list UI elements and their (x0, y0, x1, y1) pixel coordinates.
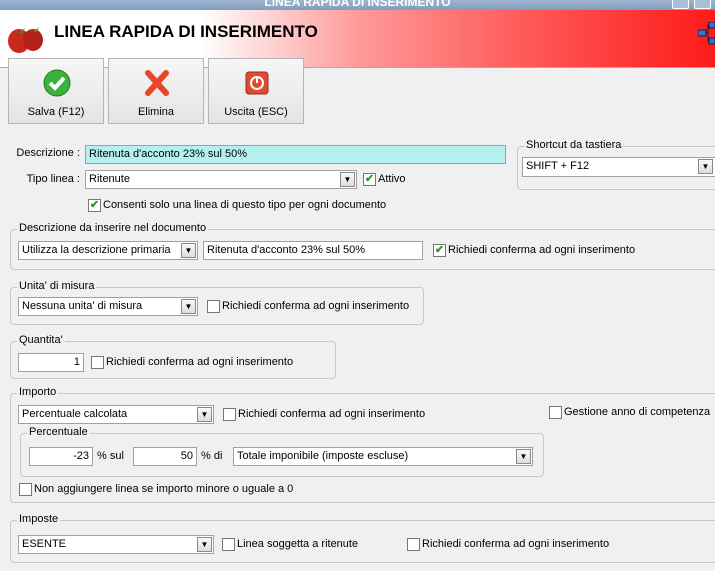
imposte-value: ESENTE (22, 538, 67, 550)
exit-button[interactable]: Uscita (ESC) (208, 58, 304, 124)
ritenute-checkbox[interactable] (222, 538, 235, 551)
attivo-label: Attivo (378, 173, 406, 185)
imposte-title: Imposte (17, 513, 61, 525)
tipo-linea-select[interactable]: Ritenute ▼ (85, 170, 357, 189)
consenti-label: Consenti solo una linea di questo tipo p… (103, 199, 387, 211)
save-button[interactable]: Salva (F12) (8, 58, 104, 124)
importo-title: Importo (17, 386, 59, 398)
shortcut-select[interactable]: SHIFT + F12 ▼ (522, 157, 715, 177)
di-label: % di (201, 450, 223, 462)
strawberry-icon (8, 27, 43, 53)
ritenute-label: Linea soggetta a ritenute (237, 538, 359, 550)
minimize-button[interactable] (672, 0, 689, 9)
desc-doc-mode-value: Utilizza la descrizione primaria (22, 244, 171, 256)
base-type-select[interactable]: Totale imponibile (imposte escluse) ▼ (233, 447, 533, 466)
consenti-checkbox[interactable]: ✔ (88, 199, 101, 212)
imposte-confirm-label: Richiedi conferma ad ogni inserimento (422, 538, 610, 550)
imposte-confirm-checkbox[interactable] (407, 538, 420, 551)
maximize-button[interactable] (694, 0, 711, 9)
quantita-confirm-checkbox[interactable] (91, 356, 104, 369)
title-bar: LINEA RAPIDA DI INSERIMENTO (0, 0, 715, 10)
percentuale-title: Percentuale (27, 426, 90, 438)
network-icon (698, 22, 715, 45)
delete-button[interactable]: Elimina (108, 58, 204, 124)
quantita-title: Quantita' (17, 334, 65, 346)
base-input[interactable]: 50 (133, 447, 197, 466)
importo-mode-select[interactable]: Percentuale calcolata ▼ (18, 405, 214, 424)
desc-doc-text-input[interactable]: Ritenuta d'acconto 23% sul 50% (203, 241, 423, 260)
unita-confirm-label: Richiedi conferma ad ogni inserimento (222, 300, 410, 312)
gestione-anno-label: Gestione anno di competenza (564, 406, 711, 418)
shortcut-value: SHIFT + F12 (526, 160, 590, 172)
unita-value: Nessuna unita' di misura (22, 300, 143, 312)
desc-doc-confirm-label: Richiedi conferma ad ogni inserimento (448, 244, 636, 256)
delete-label: Elimina (137, 106, 175, 118)
desc-doc-title: Descrizione da inserire nel documento (17, 222, 209, 234)
desc-doc-mode-select[interactable]: Utilizza la descrizione primaria ▼ (18, 241, 198, 260)
chevron-down-icon: ▼ (181, 243, 196, 258)
unita-title: Unita' di misura (17, 280, 97, 292)
window-title: LINEA RAPIDA DI INSERIMENTO (264, 0, 451, 9)
descrizione-label: Descrizione : (16, 147, 80, 159)
importo-confirm-checkbox[interactable] (223, 408, 236, 421)
check-icon (43, 69, 71, 97)
gestione-anno-checkbox[interactable] (549, 406, 562, 419)
sul-label: % sul (97, 450, 124, 462)
unita-confirm-checkbox[interactable] (207, 300, 220, 313)
chevron-down-icon: ▼ (340, 172, 355, 187)
chevron-down-icon: ▼ (516, 449, 531, 464)
quantita-input[interactable]: 1 (18, 353, 84, 372)
percentuale-input[interactable]: -23 (29, 447, 93, 466)
exit-label: Uscita (ESC) (224, 106, 288, 118)
non-aggiungere-checkbox[interactable] (19, 483, 32, 496)
chevron-down-icon: ▼ (197, 407, 212, 422)
desc-doc-confirm-checkbox[interactable]: ✔ (433, 244, 446, 257)
save-label: Salva (F12) (27, 106, 85, 118)
importo-mode-value: Percentuale calcolata (22, 408, 128, 420)
chevron-down-icon: ▼ (181, 299, 196, 314)
base-type-value: Totale imponibile (imposte escluse) (237, 450, 409, 462)
descrizione-input[interactable]: Ritenuta d'acconto 23% sul 50% (85, 145, 506, 164)
tipo-linea-label: Tipo linea : (26, 173, 80, 185)
page-title: LINEA RAPIDA DI INSERIMENTO (54, 22, 318, 41)
shortcut-title: Shortcut da tastiera (524, 139, 624, 151)
tipo-linea-value: Ritenute (89, 173, 130, 185)
power-icon (245, 71, 269, 95)
non-aggiungere-label: Non aggiungere linea se importo minore o… (34, 483, 294, 495)
quantita-confirm-label: Richiedi conferma ad ogni inserimento (106, 356, 294, 368)
importo-confirm-label: Richiedi conferma ad ogni inserimento (238, 408, 426, 420)
chevron-down-icon: ▼ (197, 537, 212, 552)
chevron-down-icon: ▼ (698, 159, 713, 174)
attivo-checkbox[interactable]: ✔ (363, 173, 376, 186)
unita-select[interactable]: Nessuna unita' di misura ▼ (18, 297, 198, 316)
imposte-select[interactable]: ESENTE ▼ (18, 535, 214, 554)
x-icon (145, 70, 169, 96)
